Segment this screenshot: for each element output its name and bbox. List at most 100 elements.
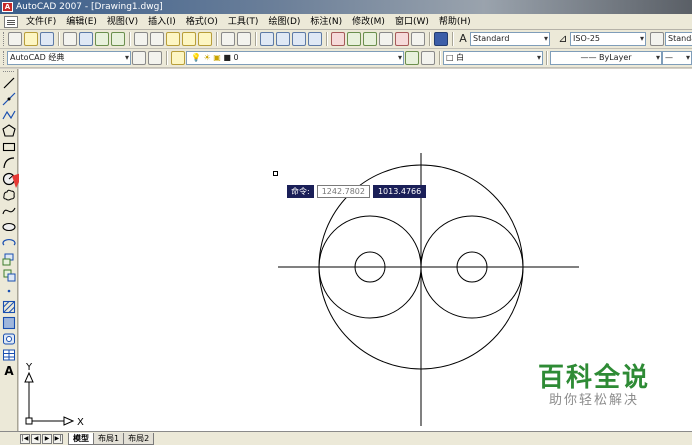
construction-line-icon[interactable] xyxy=(2,92,16,106)
toolbar-divider xyxy=(58,32,59,46)
layer-freeze-icon: ☀ xyxy=(203,53,211,62)
gradient-icon[interactable] xyxy=(2,316,16,330)
linetype-select[interactable]: —— ByLayer xyxy=(550,51,662,65)
dim-style-select[interactable]: ISO-25 xyxy=(570,32,646,46)
pickbox-cursor xyxy=(273,171,278,176)
drawing-area[interactable]: Y X 命令: 1242.7802 1013.4766 百科全说 助你轻松解决 xyxy=(19,69,692,431)
print-icon[interactable] xyxy=(63,32,77,46)
help-icon[interactable] xyxy=(434,32,448,46)
toolbar-divider xyxy=(439,51,440,65)
ucs-x-label: X xyxy=(77,417,84,428)
publish-icon[interactable] xyxy=(95,32,109,46)
dynamic-input-tooltip: 命令: 1242.7802 1013.4766 xyxy=(287,185,427,198)
region-icon[interactable] xyxy=(2,332,16,346)
design-center-icon[interactable] xyxy=(347,32,361,46)
tab-layout1[interactable]: 布局1 xyxy=(93,432,125,445)
first-tab-button[interactable]: |◀ xyxy=(20,433,30,444)
polyline-icon[interactable] xyxy=(2,108,16,122)
menu-dimension[interactable]: 标注(N) xyxy=(305,14,347,30)
zoom-previous-icon[interactable] xyxy=(308,32,322,46)
zoom-window-icon[interactable] xyxy=(292,32,306,46)
text-style-select[interactable]: Standard xyxy=(470,32,550,46)
make-object-layer-current-icon[interactable] xyxy=(405,51,419,65)
color-select[interactable]: □ 白 xyxy=(443,51,543,65)
linetype-name: ByLayer xyxy=(599,53,632,62)
menu-draw[interactable]: 绘图(D) xyxy=(263,14,305,30)
window-title: AutoCAD 2007 - [Drawing1.dwg] xyxy=(16,2,163,12)
line-icon[interactable] xyxy=(2,76,16,90)
menu-help[interactable]: 帮助(H) xyxy=(434,14,476,30)
dynamic-input-y-field[interactable]: 1013.4766 xyxy=(372,185,427,198)
menu-view[interactable]: 视图(V) xyxy=(102,14,143,30)
dynamic-input-x-field[interactable]: 1242.7802 xyxy=(316,185,370,198)
menu-insert[interactable]: 插入(I) xyxy=(143,14,181,30)
next-tab-button[interactable]: ▶ xyxy=(42,433,52,444)
tab-layout2[interactable]: 布局2 xyxy=(123,432,155,445)
block-editor-icon[interactable] xyxy=(198,32,212,46)
table-icon[interactable] xyxy=(2,348,16,362)
cut-icon[interactable] xyxy=(134,32,148,46)
tab-model[interactable]: 模型 xyxy=(68,432,94,445)
toolbar-grip[interactable] xyxy=(3,32,4,46)
new-file-icon[interactable] xyxy=(8,32,22,46)
calculator-icon[interactable] xyxy=(411,32,425,46)
multiline-text-icon[interactable]: A xyxy=(2,364,16,378)
make-block-icon[interactable] xyxy=(2,268,16,282)
menu-tools[interactable]: 工具(T) xyxy=(223,14,264,30)
layer-lock-icon: ▣ xyxy=(213,53,221,62)
title-bar: A AutoCAD 2007 - [Drawing1.dwg] xyxy=(0,0,692,14)
undo-icon[interactable] xyxy=(221,32,235,46)
last-tab-button[interactable]: ▶| xyxy=(53,433,63,444)
watermark: 百科全说 助你轻松解决 xyxy=(538,363,650,409)
rectangle-icon[interactable] xyxy=(2,140,16,154)
layer-previous-icon[interactable] xyxy=(421,51,435,65)
layer-manager-icon[interactable] xyxy=(171,51,185,65)
color-swatch-icon: □ xyxy=(446,53,454,62)
pan-icon[interactable] xyxy=(260,32,274,46)
table-style-select[interactable]: Standard xyxy=(665,32,692,46)
save-icon[interactable] xyxy=(40,32,54,46)
layer-name: 0 xyxy=(233,53,239,62)
polygon-icon[interactable] xyxy=(2,124,16,138)
3d-dwf-icon[interactable] xyxy=(111,32,125,46)
toolbar-divider xyxy=(255,32,256,46)
redo-icon[interactable] xyxy=(237,32,251,46)
point-icon[interactable] xyxy=(2,284,16,298)
layer-color-icon: ■ xyxy=(223,53,231,62)
workspace-save-icon[interactable] xyxy=(148,51,162,65)
previous-tab-button[interactable]: ◀ xyxy=(31,433,41,444)
markup-icon[interactable] xyxy=(395,32,409,46)
tool-palettes-icon[interactable] xyxy=(363,32,377,46)
zoom-realtime-icon[interactable] xyxy=(276,32,290,46)
ucs-icon: Y X xyxy=(24,362,84,428)
open-file-icon[interactable] xyxy=(24,32,38,46)
toolbar-grip[interactable] xyxy=(3,71,14,75)
ellipse-arc-icon[interactable] xyxy=(2,236,16,250)
ellipse-icon[interactable] xyxy=(2,220,16,234)
print-preview-icon[interactable] xyxy=(79,32,93,46)
table-style-icon xyxy=(650,32,664,46)
menu-file[interactable]: 文件(F) xyxy=(21,14,61,30)
layer-select[interactable]: 💡 ☀ ▣ ■ 0 xyxy=(186,51,404,65)
paste-icon[interactable] xyxy=(166,32,180,46)
toolbar-divider xyxy=(326,32,327,46)
color-name: 白 xyxy=(456,53,465,62)
menu-bar: 文件(F) 编辑(E) 视图(V) 插入(I) 格式(O) 工具(T) 绘图(D… xyxy=(0,14,692,30)
menu-modify[interactable]: 修改(M) xyxy=(347,14,390,30)
properties-icon[interactable] xyxy=(331,32,345,46)
toolbar-divider xyxy=(429,32,430,46)
match-properties-icon[interactable] xyxy=(182,32,196,46)
copy-icon[interactable] xyxy=(150,32,164,46)
workspace-settings-icon[interactable] xyxy=(132,51,146,65)
insert-block-icon[interactable] xyxy=(2,252,16,266)
toolbar-divider xyxy=(129,32,130,46)
workspace-select[interactable]: AutoCAD 经典 xyxy=(7,51,131,65)
lineweight-select[interactable]: — xyxy=(662,51,692,65)
menu-edit[interactable]: 编辑(E) xyxy=(61,14,102,30)
sheet-set-icon[interactable] xyxy=(379,32,393,46)
document-icon[interactable] xyxy=(4,15,18,28)
menu-window[interactable]: 窗口(W) xyxy=(390,14,434,30)
hatch-icon[interactable] xyxy=(2,300,16,314)
menu-format[interactable]: 格式(O) xyxy=(181,14,223,30)
toolbar-grip[interactable] xyxy=(3,51,4,65)
